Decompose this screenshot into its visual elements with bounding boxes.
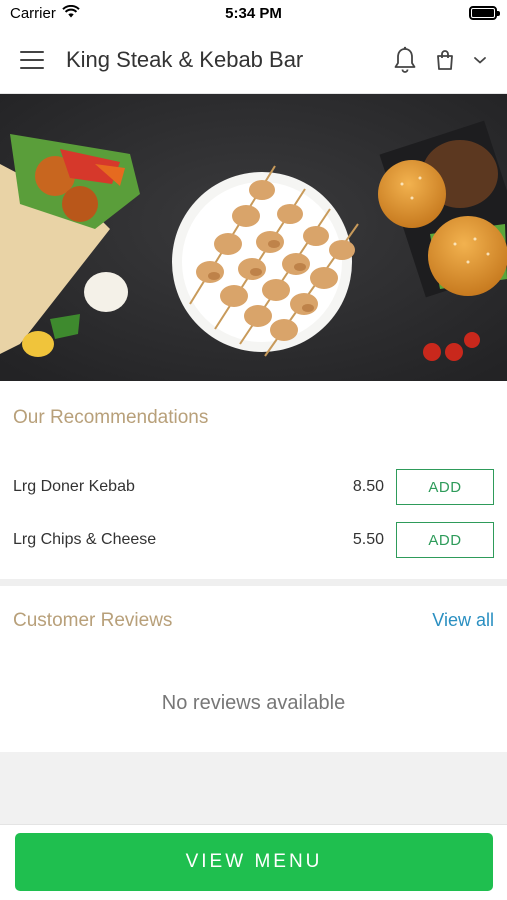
- item-name: Lrg Doner Kebab: [13, 478, 135, 495]
- content-spacer: [0, 752, 507, 824]
- recommendations-section: Our Recommendations Lrg Doner Kebab 8.50…: [0, 381, 507, 579]
- page-title: King Steak & Kebab Bar: [66, 46, 304, 72]
- section-divider: [0, 579, 507, 586]
- recommendations-title: Our Recommendations: [13, 407, 209, 428]
- list-item: Lrg Chips & Cheese 5.50 ADD: [13, 521, 494, 559]
- battery-icon: [469, 6, 500, 20]
- add-button[interactable]: ADD: [396, 522, 494, 558]
- menu-icon[interactable]: [20, 50, 44, 69]
- app-header: King Steak & Kebab Bar: [0, 26, 507, 94]
- status-bar: Carrier 5:34 PM: [0, 0, 507, 26]
- carrier-label: Carrier: [10, 4, 56, 22]
- cart-icon[interactable]: [435, 49, 455, 71]
- view-all-link[interactable]: View all: [432, 610, 494, 631]
- item-price: 5.50: [352, 531, 384, 548]
- bell-icon[interactable]: [393, 46, 417, 74]
- header-actions: [393, 46, 487, 74]
- reviews-title: Customer Reviews: [13, 610, 173, 631]
- item-price: 8.50: [352, 478, 384, 495]
- status-left: Carrier: [10, 4, 80, 22]
- hero-food-image: [0, 94, 507, 381]
- reviews-section: Customer Reviews View all No reviews ava…: [0, 586, 507, 752]
- item-name: Lrg Chips & Cheese: [13, 531, 157, 548]
- bottom-bar: VIEW MENU: [0, 824, 507, 900]
- empty-state-text: No reviews available: [161, 692, 346, 714]
- add-button[interactable]: ADD: [396, 469, 494, 505]
- wifi-icon: [62, 4, 80, 22]
- list-item: Lrg Doner Kebab 8.50 ADD: [13, 468, 494, 506]
- view-menu-button[interactable]: VIEW MENU: [15, 833, 493, 891]
- chevron-down-icon[interactable]: [473, 55, 487, 65]
